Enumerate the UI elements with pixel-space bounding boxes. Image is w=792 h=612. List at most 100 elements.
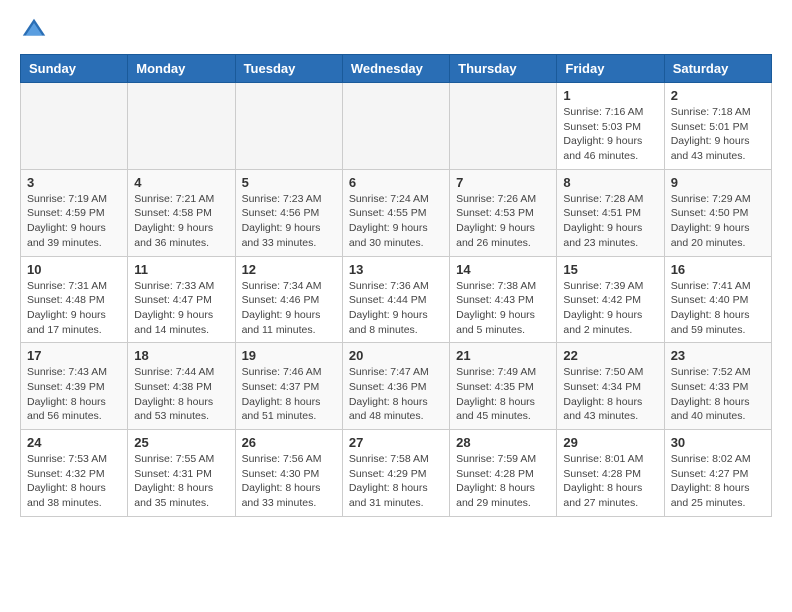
day-info: Sunrise: 7:58 AM Sunset: 4:29 PM Dayligh…	[349, 453, 429, 509]
day-number: 29	[563, 435, 657, 450]
day-info: Sunrise: 7:18 AM Sunset: 5:01 PM Dayligh…	[671, 106, 751, 162]
day-number: 25	[134, 435, 228, 450]
day-cell: 21 Sunrise: 7:49 AM Sunset: 4:35 PM Dayli…	[450, 343, 557, 430]
day-info: Sunrise: 7:53 AM Sunset: 4:32 PM Dayligh…	[27, 453, 107, 509]
day-info: Sunrise: 7:29 AM Sunset: 4:50 PM Dayligh…	[671, 193, 751, 249]
col-header-tuesday: Tuesday	[235, 55, 342, 83]
day-cell: 12 Sunrise: 7:34 AM Sunset: 4:46 PM Dayli…	[235, 256, 342, 343]
day-cell: 29 Sunrise: 8:01 AM Sunset: 4:28 PM Dayli…	[557, 430, 664, 517]
day-number: 27	[349, 435, 443, 450]
day-cell	[235, 83, 342, 170]
day-info: Sunrise: 7:33 AM Sunset: 4:47 PM Dayligh…	[134, 280, 214, 336]
day-cell	[450, 83, 557, 170]
day-cell: 2 Sunrise: 7:18 AM Sunset: 5:01 PM Daylig…	[664, 83, 771, 170]
day-cell: 20 Sunrise: 7:47 AM Sunset: 4:36 PM Dayli…	[342, 343, 449, 430]
day-number: 21	[456, 348, 550, 363]
header	[20, 16, 772, 44]
day-number: 7	[456, 175, 550, 190]
day-cell: 5Sunrise: 7:23 AM Sunset: 4:56 PM Daylig…	[235, 169, 342, 256]
day-cell: 6 Sunrise: 7:24 AM Sunset: 4:55 PM Daylig…	[342, 169, 449, 256]
day-cell	[128, 83, 235, 170]
week-row-4: 24 Sunrise: 7:53 AM Sunset: 4:32 PM Dayli…	[21, 430, 772, 517]
day-cell: 24 Sunrise: 7:53 AM Sunset: 4:32 PM Dayli…	[21, 430, 128, 517]
header-row: SundayMondayTuesdayWednesdayThursdayFrid…	[21, 55, 772, 83]
day-cell: 8 Sunrise: 7:28 AM Sunset: 4:51 PM Daylig…	[557, 169, 664, 256]
calendar-table: SundayMondayTuesdayWednesdayThursdayFrid…	[20, 54, 772, 517]
day-number: 4	[134, 175, 228, 190]
day-number: 15	[563, 262, 657, 277]
day-number: 8	[563, 175, 657, 190]
day-cell: 14Sunrise: 7:38 AM Sunset: 4:43 PM Dayli…	[450, 256, 557, 343]
logo-icon	[20, 16, 48, 44]
day-cell: 17 Sunrise: 7:43 AM Sunset: 4:39 PM Dayli…	[21, 343, 128, 430]
day-number: 3	[27, 175, 121, 190]
day-number: 2	[671, 88, 765, 103]
day-info: Sunrise: 7:47 AM Sunset: 4:36 PM Dayligh…	[349, 366, 429, 422]
day-number: 26	[242, 435, 336, 450]
week-row-1: 3 Sunrise: 7:19 AM Sunset: 4:59 PM Daylig…	[21, 169, 772, 256]
day-info: Sunrise: 7:31 AM Sunset: 4:48 PM Dayligh…	[27, 280, 107, 336]
day-info: Sunrise: 7:52 AM Sunset: 4:33 PM Dayligh…	[671, 366, 751, 422]
day-info: Sunrise: 7:50 AM Sunset: 4:34 PM Dayligh…	[563, 366, 643, 422]
day-info: Sunrise: 8:01 AM Sunset: 4:28 PM Dayligh…	[563, 453, 643, 509]
day-number: 9	[671, 175, 765, 190]
day-info: Sunrise: 7:26 AM Sunset: 4:53 PM Dayligh…	[456, 193, 536, 249]
day-info: Sunrise: 7:56 AM Sunset: 4:30 PM Dayligh…	[242, 453, 322, 509]
day-info: Sunrise: 7:19 AM Sunset: 4:59 PM Dayligh…	[27, 193, 107, 249]
day-cell: 25Sunrise: 7:55 AM Sunset: 4:31 PM Dayli…	[128, 430, 235, 517]
week-row-3: 17 Sunrise: 7:43 AM Sunset: 4:39 PM Dayli…	[21, 343, 772, 430]
day-cell: 30 Sunrise: 8:02 AM Sunset: 4:27 PM Dayli…	[664, 430, 771, 517]
col-header-monday: Monday	[128, 55, 235, 83]
day-info: Sunrise: 8:02 AM Sunset: 4:27 PM Dayligh…	[671, 453, 751, 509]
col-header-thursday: Thursday	[450, 55, 557, 83]
day-info: Sunrise: 7:41 AM Sunset: 4:40 PM Dayligh…	[671, 280, 751, 336]
col-header-friday: Friday	[557, 55, 664, 83]
day-number: 23	[671, 348, 765, 363]
day-number: 20	[349, 348, 443, 363]
day-info: Sunrise: 7:46 AM Sunset: 4:37 PM Dayligh…	[242, 366, 322, 422]
day-info: Sunrise: 7:28 AM Sunset: 4:51 PM Dayligh…	[563, 193, 643, 249]
page: SundayMondayTuesdayWednesdayThursdayFrid…	[0, 0, 792, 527]
day-cell: 27 Sunrise: 7:58 AM Sunset: 4:29 PM Dayli…	[342, 430, 449, 517]
day-cell: 4 Sunrise: 7:21 AM Sunset: 4:58 PM Daylig…	[128, 169, 235, 256]
day-info: Sunrise: 7:39 AM Sunset: 4:42 PM Dayligh…	[563, 280, 643, 336]
day-number: 30	[671, 435, 765, 450]
day-number: 11	[134, 262, 228, 277]
day-info: Sunrise: 7:43 AM Sunset: 4:39 PM Dayligh…	[27, 366, 107, 422]
day-info: Sunrise: 7:44 AM Sunset: 4:38 PM Dayligh…	[134, 366, 214, 422]
day-cell: 22 Sunrise: 7:50 AM Sunset: 4:34 PM Dayli…	[557, 343, 664, 430]
day-number: 1	[563, 88, 657, 103]
day-number: 22	[563, 348, 657, 363]
day-cell: 15 Sunrise: 7:39 AM Sunset: 4:42 PM Dayli…	[557, 256, 664, 343]
col-header-sunday: Sunday	[21, 55, 128, 83]
day-number: 5	[242, 175, 336, 190]
day-info: Sunrise: 7:24 AM Sunset: 4:55 PM Dayligh…	[349, 193, 429, 249]
day-cell: 28 Sunrise: 7:59 AM Sunset: 4:28 PM Dayli…	[450, 430, 557, 517]
day-number: 24	[27, 435, 121, 450]
week-row-2: 10 Sunrise: 7:31 AM Sunset: 4:48 PM Dayli…	[21, 256, 772, 343]
day-cell: 16 Sunrise: 7:41 AM Sunset: 4:40 PM Dayli…	[664, 256, 771, 343]
logo	[20, 16, 52, 44]
day-number: 14	[456, 262, 550, 277]
day-number: 16	[671, 262, 765, 277]
day-number: 10	[27, 262, 121, 277]
day-info: Sunrise: 7:34 AM Sunset: 4:46 PM Dayligh…	[242, 280, 322, 336]
day-info: Sunrise: 7:59 AM Sunset: 4:28 PM Dayligh…	[456, 453, 536, 509]
day-cell: 3 Sunrise: 7:19 AM Sunset: 4:59 PM Daylig…	[21, 169, 128, 256]
day-number: 18	[134, 348, 228, 363]
day-cell: 13Sunrise: 7:36 AM Sunset: 4:44 PM Dayli…	[342, 256, 449, 343]
day-number: 17	[27, 348, 121, 363]
day-number: 19	[242, 348, 336, 363]
day-number: 28	[456, 435, 550, 450]
day-info: Sunrise: 7:49 AM Sunset: 4:35 PM Dayligh…	[456, 366, 536, 422]
day-info: Sunrise: 7:21 AM Sunset: 4:58 PM Dayligh…	[134, 193, 214, 249]
day-number: 12	[242, 262, 336, 277]
day-cell: 18 Sunrise: 7:44 AM Sunset: 4:38 PM Dayli…	[128, 343, 235, 430]
day-cell: 19 Sunrise: 7:46 AM Sunset: 4:37 PM Dayli…	[235, 343, 342, 430]
day-cell: 10 Sunrise: 7:31 AM Sunset: 4:48 PM Dayli…	[21, 256, 128, 343]
day-cell	[21, 83, 128, 170]
day-cell: 9 Sunrise: 7:29 AM Sunset: 4:50 PM Daylig…	[664, 169, 771, 256]
day-info: Sunrise: 7:16 AM Sunset: 5:03 PM Dayligh…	[563, 106, 643, 162]
week-row-0: 1 Sunrise: 7:16 AM Sunset: 5:03 PM Daylig…	[21, 83, 772, 170]
day-number: 6	[349, 175, 443, 190]
